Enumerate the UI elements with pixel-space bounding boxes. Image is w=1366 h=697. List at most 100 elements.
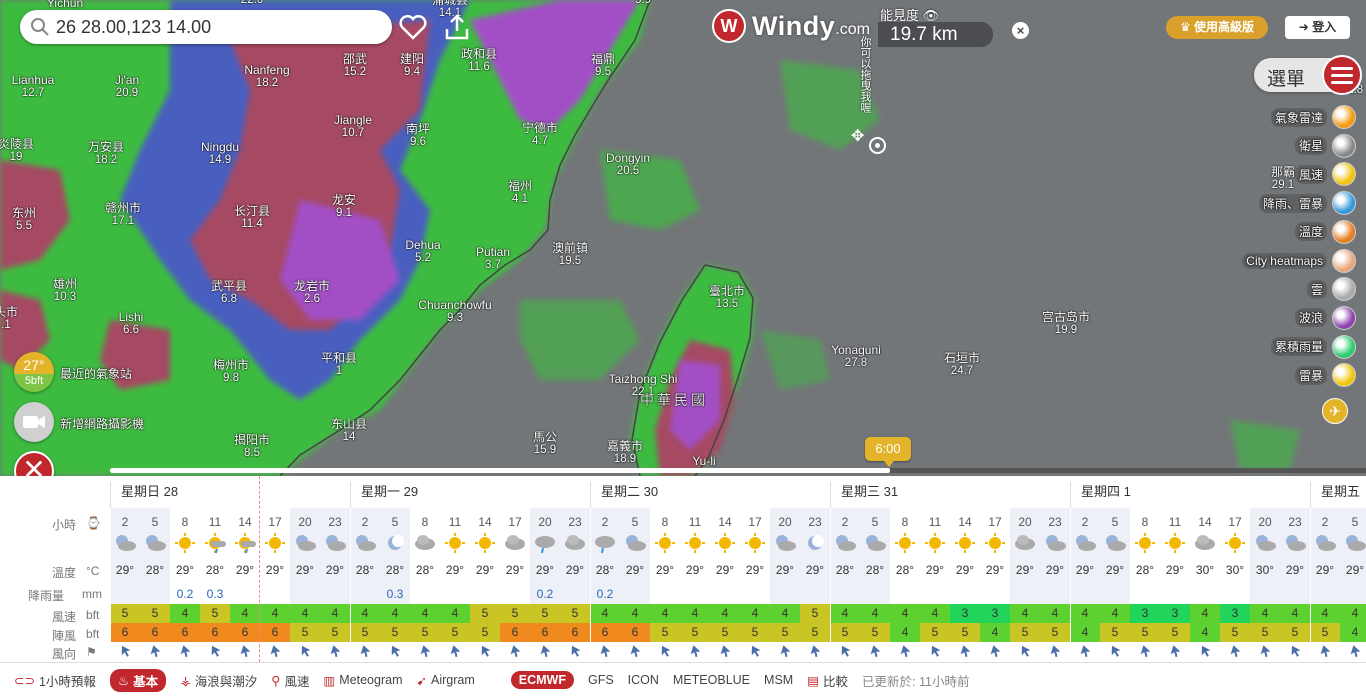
city-label[interactable]: Ji'an 20.9 [115,74,139,100]
tab-basic[interactable]: ♨ 基本 [109,668,167,692]
sun-icon [980,532,1010,556]
city-label[interactable]: Putian 3.7 [476,246,510,272]
layer-item[interactable]: 溫度 [1294,219,1356,245]
wind-cell: 4 [740,604,770,623]
city-label[interactable]: 福州 4.1 [508,180,532,206]
login-button[interactable]: ➜ 登入 [1285,16,1350,39]
city-label[interactable]: 福鼎 9.5 [591,53,615,79]
wind-cell: 4 [1340,604,1366,623]
city-label[interactable]: 22.6 [241,0,263,7]
search-input[interactable] [56,16,376,38]
city-label[interactable]: 赣州市 17.1 [105,202,141,228]
tab-waves[interactable]: ⚶ 海浪與潮汐 [180,671,257,690]
city-label[interactable]: 长汀县 11.4 [234,205,270,231]
day-header[interactable]: 星期一 29 [350,482,418,508]
weather-map[interactable]: Yichun 22.6 浦城县 14.1 5.9 Lianhua 12.7 Ji'an 20.9… [0,0,1366,476]
layer-item[interactable]: 氣象雷達 [1270,104,1356,130]
city-label[interactable]: 石垣市 24.7 [944,352,980,378]
city-label[interactable]: 龙岩市 2.6 [294,280,330,306]
city-label[interactable]: Dongyin 20.5 [606,152,650,178]
city-label[interactable]: 政和县 11.6 [461,48,497,74]
day-header[interactable]: 星期五 [1310,482,1360,508]
layer-item[interactable]: City heatmaps [1242,248,1356,274]
hour-cell: 17 [988,515,1002,529]
city-name: 嘉義市 [606,439,644,453]
city-label[interactable]: 揭阳市 8.5 [234,434,270,460]
local-weather-badge[interactable]: 27° 5bft [14,352,54,392]
layer-item[interactable]: 風速 [1294,161,1356,187]
menu-button[interactable]: 選單 [1254,55,1362,95]
city-label[interactable]: 南坪 9.6 [406,123,430,149]
city-label[interactable]: 东山县 14 [331,418,367,444]
day-header[interactable]: 星期三 31 [830,482,898,508]
wind-cell: 4 [350,604,380,623]
close-picker-icon[interactable]: × [1012,22,1029,39]
tab-airgram[interactable]: ➹ Airgram [417,673,475,688]
day-header[interactable]: 星期日 28 [110,482,178,508]
city-label[interactable]: 宁德市 4.7 [522,122,558,148]
hourly-toggle[interactable]: ⊂⊃ 1小時預報 [14,671,96,690]
tab-wind[interactable]: ⚲ 風速 [271,671,309,690]
city-label[interactable]: 雄州 10.3 [53,278,77,304]
layer-item[interactable]: 降雨、雷暴 [1258,190,1356,216]
premium-button[interactable]: ♛ 使用高級版 [1166,16,1268,39]
city-label[interactable]: Jiangle 10.7 [334,114,372,140]
city-label[interactable]: 臺北市 13.5 [709,285,745,311]
city-label[interactable]: 龙安 9.1 [332,194,356,220]
city-label[interactable]: 宫古岛市 19.9 [1042,311,1090,337]
favorite-icon[interactable] [398,12,428,42]
layer-item[interactable]: 雷暴 [1294,362,1356,388]
city-label[interactable]: 东州 5.5 [12,207,36,233]
tab-meteogram[interactable]: ▥ Meteogram [323,673,402,688]
airport-icon[interactable]: ✈ [1322,398,1348,424]
location-picker[interactable] [869,137,886,154]
nearest-station-link[interactable]: 最近的氣象站 [60,365,132,382]
layer-item[interactable]: 雲 [1306,276,1356,302]
model-msm[interactable]: MSM [764,673,793,687]
city-label[interactable]: 馬公 15.9 [533,431,557,457]
city-label[interactable]: Chuanchowfu 9.3 [418,299,491,325]
city-label[interactable]: 武平县 6.8 [211,280,247,306]
day-header[interactable]: 星期四 1 [1070,482,1131,508]
city-label[interactable]: 澳前镇 19.5 [552,242,588,268]
timeline-bar[interactable] [110,468,1366,473]
hour-cell: 5 [631,515,639,529]
temp-cell: 29° [1315,563,1335,577]
add-webcam-link[interactable]: 新增網路攝影機 [60,415,144,432]
city-label[interactable]: 建阳 9.4 [400,53,424,79]
city-label[interactable]: Lianhua 12.7 [12,74,55,100]
city-label[interactable]: Yichun [47,0,83,10]
windy-logo[interactable]: W Windy .com [712,9,870,43]
city-label[interactable]: Lishi 6.6 [119,311,144,337]
city-label[interactable]: Ningdu 14.9 [201,141,239,167]
layer-item[interactable]: 衛星 [1294,133,1356,159]
city-label[interactable]: 5.9 [635,0,651,7]
webcam-button[interactable] [14,402,54,442]
city-label[interactable]: Yu-li [692,455,715,468]
day-header[interactable]: 星期二 30 [590,482,658,508]
layer-item[interactable]: 累積雨量 [1270,334,1356,360]
city-label[interactable]: 那霸 29.1 [1271,166,1295,192]
model-ecmwf[interactable]: ECMWF [510,671,574,689]
city-label[interactable]: Dehua 5.2 [405,239,440,265]
time-indicator[interactable]: 6:00 [865,437,911,467]
city-label[interactable]: 万安县 18.2 [88,141,124,167]
wind-cell: 4 [890,604,920,623]
model-gfs[interactable]: GFS [588,673,614,687]
city-label[interactable]: 嘉義市 18.9 [607,440,643,466]
search-bar[interactable] [20,10,392,44]
move-icon[interactable]: ✥ [851,126,864,146]
model-icon[interactable]: ICON [628,673,659,687]
city-label[interactable]: 梅州市 9.8 [213,359,249,385]
layer-item[interactable]: 波浪 [1294,305,1356,331]
city-label[interactable]: 炎陵县 19 [0,138,34,164]
city-label[interactable]: Yonaguni 27.8 [831,344,881,370]
share-icon[interactable] [442,12,472,42]
layer-label: City heatmaps [1242,252,1327,269]
city-label[interactable]: 邵武 15.2 [343,53,367,79]
model-meteoblue[interactable]: METEOBLUE [673,673,750,687]
city-label[interactable]: 平和县 1 [321,352,357,378]
compare-button[interactable]: ▤ 比較 [807,671,848,690]
city-label[interactable]: Nanfeng 18.2 [244,64,289,90]
city-label[interactable]: 头市.1 [0,306,18,332]
